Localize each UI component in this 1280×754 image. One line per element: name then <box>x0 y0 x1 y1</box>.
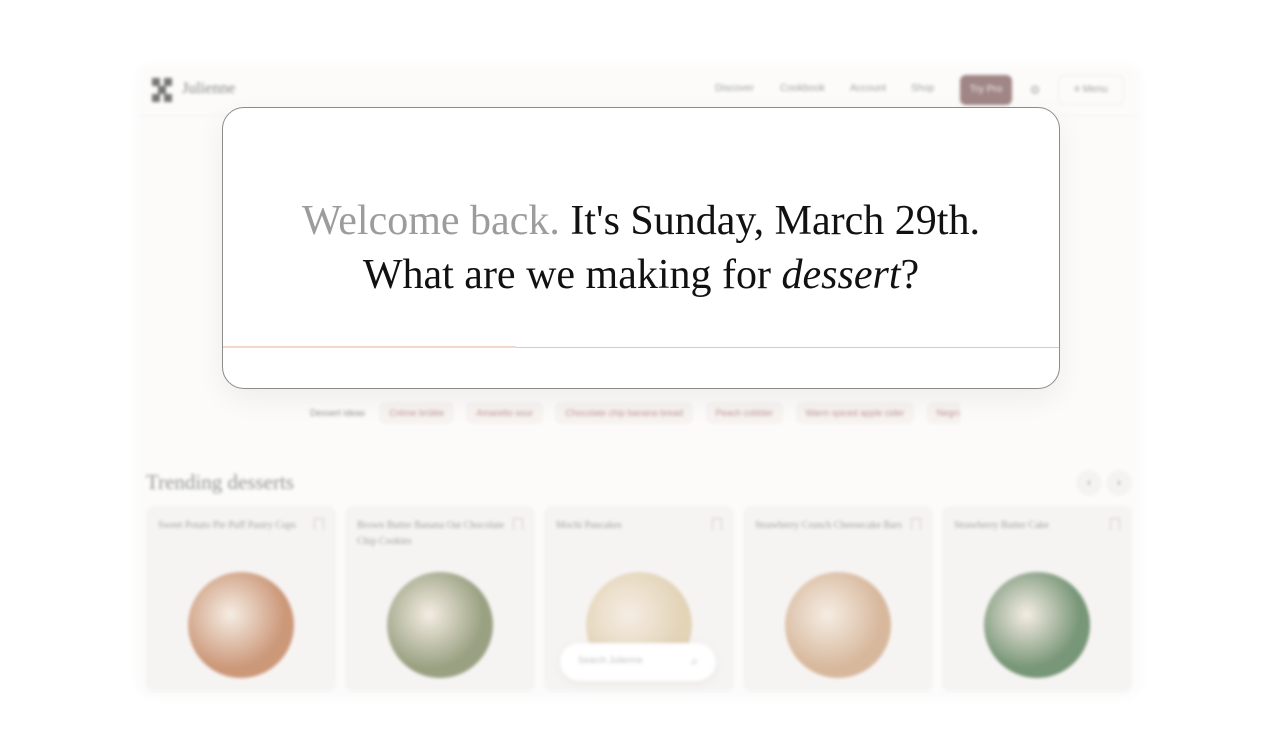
hamburger-icon: ≡ <box>1074 84 1081 95</box>
nav-shop[interactable]: Shop <box>911 83 934 94</box>
bookmark-icon[interactable] <box>1110 518 1120 530</box>
try-pro-button[interactable]: Try Pro <box>960 75 1012 105</box>
carousel-prev-button[interactable]: ‹ <box>1076 470 1102 496</box>
recipe-card[interactable]: Strawberry Butter Cake <box>942 506 1132 692</box>
nav-account[interactable]: Account <box>850 83 886 94</box>
carousel-next-button[interactable]: › <box>1106 470 1132 496</box>
question-emphasis: dessert <box>781 252 901 298</box>
idea-chip[interactable]: Warm spiced apple cider <box>795 402 915 424</box>
search-bar[interactable]: Search Julienne ⌕ <box>560 643 716 681</box>
bookmark-icon[interactable] <box>513 518 523 530</box>
trending-title: Trending desserts <box>146 470 294 494</box>
bookmark-icon[interactable] <box>712 518 722 530</box>
welcome-headline: Welcome back. It's Sunday, March 29th. W… <box>223 194 1059 302</box>
bookmark-icon[interactable] <box>314 518 324 530</box>
loading-progress-fill <box>223 346 516 348</box>
recipe-card[interactable]: Brown Butter Banana Oat Chocolate Chip C… <box>345 506 535 692</box>
idea-chip[interactable]: Chocolate chip banana bread <box>555 402 694 424</box>
nav-discover[interactable]: Discover <box>715 83 754 94</box>
question-prefix: What are we making for <box>362 252 771 298</box>
brand-name[interactable]: Julienne <box>182 80 235 98</box>
recipe-card[interactable]: Sweet Potato Pie Puff Pastry Cups <box>146 506 336 692</box>
recipe-title: Strawberry Crunch Cheesecake Bars <box>755 520 902 531</box>
settings-button[interactable]: ⚙ <box>1020 75 1050 105</box>
recipe-image <box>188 572 294 678</box>
idea-chip[interactable]: Negroni <box>926 402 960 424</box>
dessert-ideas-label: Dessert ideas <box>310 408 366 418</box>
chevron-right-icon: › <box>1117 477 1121 489</box>
menu-button[interactable]: ≡ Menu <box>1058 75 1124 105</box>
recipe-image <box>785 572 891 678</box>
question-suffix: ? <box>900 252 920 298</box>
logo-icon[interactable] <box>152 78 174 102</box>
recipe-title: Brown Butter Banana Oat Chocolate Chip C… <box>357 520 505 547</box>
welcome-greeting: Welcome back. <box>302 198 560 244</box>
recipe-title: Sweet Potato Pie Puff Pastry Cups <box>158 520 296 531</box>
search-placeholder: Search Julienne <box>578 655 643 665</box>
chevron-left-icon: ‹ <box>1087 477 1091 489</box>
recipe-title: Mochi Pancakes <box>556 520 622 531</box>
recipe-title: Strawberry Butter Cake <box>954 520 1049 531</box>
recipe-card[interactable]: Strawberry Crunch Cheesecake Bars <box>743 506 933 692</box>
dessert-ideas-row: Dessert ideas Crème brûlée Amaretto sour… <box>310 402 960 426</box>
nav-cookbook[interactable]: Cookbook <box>780 83 825 94</box>
idea-chip[interactable]: Peach cobbler <box>705 402 784 424</box>
idea-chip[interactable]: Crème brûlée <box>379 402 455 424</box>
menu-label: Menu <box>1082 84 1108 95</box>
date-line: It's Sunday, March 29th. <box>570 198 980 244</box>
welcome-modal: Welcome back. It's Sunday, March 29th. W… <box>222 107 1060 389</box>
bookmark-icon[interactable] <box>911 518 921 530</box>
recipe-image <box>387 572 493 678</box>
recipe-image <box>984 572 1090 678</box>
search-icon: ⌕ <box>691 654 698 668</box>
gear-icon: ⚙ <box>1029 83 1041 97</box>
idea-chip[interactable]: Amaretto sour <box>466 402 543 424</box>
loading-progress-track <box>223 346 1059 348</box>
